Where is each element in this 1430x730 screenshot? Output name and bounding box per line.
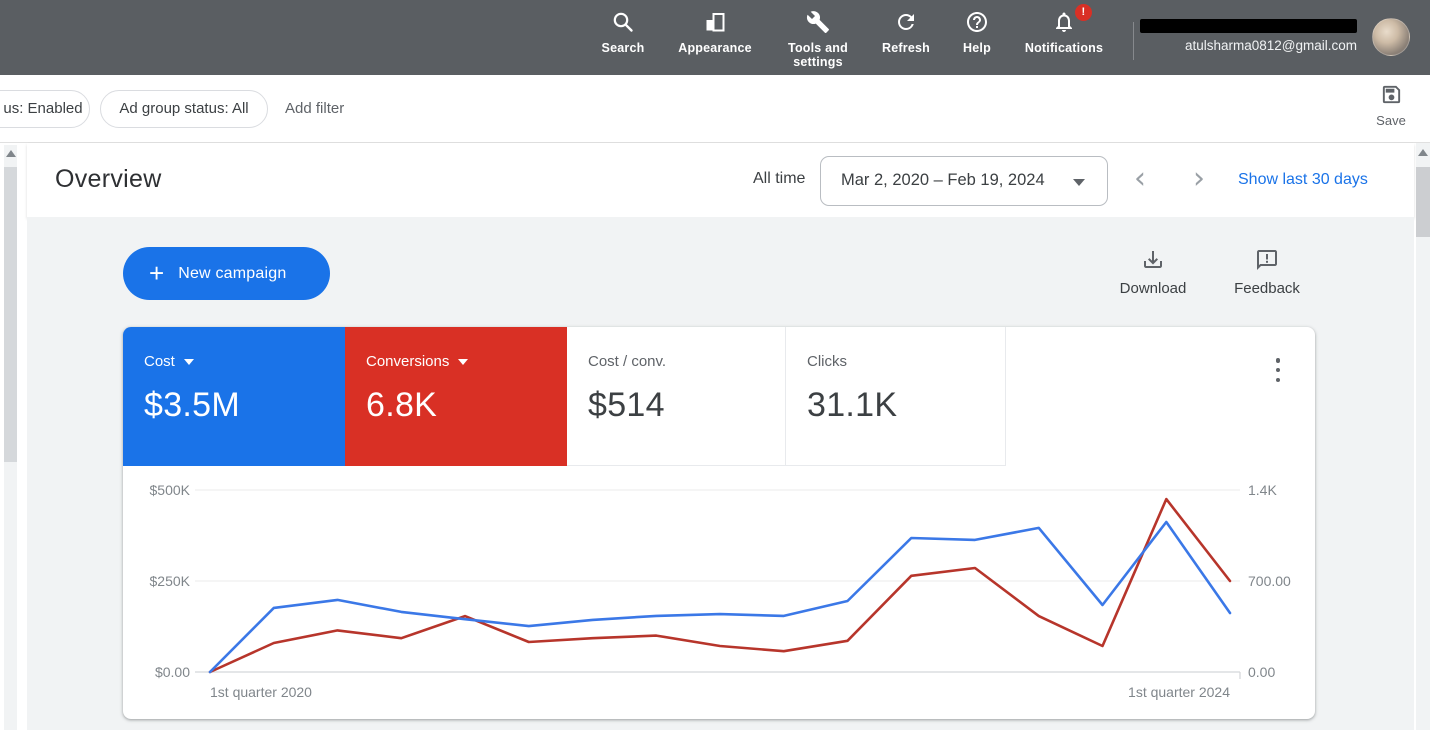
date-range-selector[interactable]: Mar 2, 2020 – Feb 19, 2024 (820, 156, 1108, 206)
y-left-tick-250k: $250K (150, 573, 191, 589)
x-tick-q1-2020: 1st quarter 2020 (210, 684, 312, 700)
download-button[interactable]: Download (1103, 248, 1203, 297)
scorecard-clicks[interactable]: Clicks 31.1K (786, 327, 1006, 466)
avatar[interactable] (1372, 18, 1410, 56)
nav-tools-settings-label: Tools and settings (773, 41, 863, 69)
save-icon (1380, 83, 1403, 106)
date-range-value: Mar 2, 2020 – Feb 19, 2024 (841, 171, 1045, 190)
scorecard-conversions-value: 6.8K (366, 386, 567, 425)
overview-summary-card: Cost $3.5M Conversions 6.8K Cost / conv.… (123, 327, 1315, 719)
appearance-icon (703, 10, 727, 34)
nav-appearance[interactable]: Appearance (665, 0, 765, 75)
save-button[interactable]: Save (1364, 83, 1418, 128)
scroll-up-arrow-icon[interactable] (6, 150, 16, 157)
scorecard-cost[interactable]: Cost $3.5M (123, 327, 345, 466)
feedback-icon (1255, 248, 1279, 272)
download-icon (1141, 248, 1165, 272)
add-filter-button[interactable]: Add filter (285, 90, 344, 128)
previous-period-button[interactable]: ‹ (1122, 162, 1158, 198)
left-scrollbar-thumb[interactable] (4, 167, 17, 462)
scorecard-clicks-value: 31.1K (807, 386, 1005, 425)
scorecard-conversions[interactable]: Conversions 6.8K (345, 327, 567, 466)
scorecard-cost-value: $3.5M (144, 386, 345, 425)
date-range-preset-label: All time (753, 170, 805, 188)
next-period-button[interactable]: › (1181, 162, 1217, 198)
conversions-line (210, 499, 1230, 672)
scorecard-cost-label: Cost (144, 353, 175, 370)
feedback-button[interactable]: Feedback (1217, 248, 1317, 297)
scorecard-cost-per-conv-value: $514 (588, 386, 785, 425)
tools-icon (806, 10, 830, 34)
help-icon (965, 10, 989, 34)
scorecard-conversions-label: Conversions (366, 353, 449, 370)
new-campaign-label: New campaign (178, 265, 286, 283)
nav-search-label: Search (588, 41, 658, 55)
feedback-label: Feedback (1217, 280, 1317, 297)
google-ads-overview-page: Search Appearance Tools and settings Ref… (0, 0, 1430, 730)
filter-chip-label: Ad group status: All (119, 100, 248, 117)
scroll-up-arrow-icon[interactable] (1418, 149, 1428, 156)
nav-help-label: Help (948, 41, 1006, 55)
nav-refresh-label: Refresh (871, 41, 941, 55)
x-tick-q1-2024: 1st quarter 2024 (1128, 684, 1230, 700)
filter-chip-ad-group-status[interactable]: Ad group status: All (100, 90, 268, 128)
chevron-down-icon (1073, 179, 1085, 186)
save-label: Save (1364, 113, 1418, 128)
search-icon (611, 10, 635, 34)
plus-icon: + (149, 260, 164, 286)
page-title: Overview (55, 165, 162, 194)
overview-header: Overview All time Mar 2, 2020 – Feb 19, … (27, 143, 1414, 217)
y-right-tick-700: 700.00 (1248, 573, 1291, 589)
filter-bar: us: Enabled Ad group status: All Add fil… (0, 75, 1430, 143)
nav-tools-settings[interactable]: Tools and settings (773, 0, 863, 75)
right-scrollbar[interactable] (1416, 143, 1430, 730)
right-scrollbar-thumb[interactable] (1416, 167, 1430, 237)
y-left-tick-500k: $500K (150, 482, 191, 498)
nav-help[interactable]: Help (948, 0, 1006, 75)
account-name-redacted (1140, 19, 1357, 33)
filter-chip-label: us: Enabled (3, 100, 82, 117)
left-scrollbar[interactable] (4, 145, 17, 730)
chevron-down-icon[interactable] (458, 359, 468, 365)
notification-badge: ! (1075, 4, 1092, 21)
refresh-icon (894, 10, 918, 34)
download-label: Download (1103, 280, 1203, 297)
filter-chip-status-enabled[interactable]: us: Enabled (0, 90, 90, 128)
show-last-30-days-link[interactable]: Show last 30 days (1238, 171, 1368, 189)
nav-refresh[interactable]: Refresh (871, 0, 941, 75)
y-left-tick-0: $0.00 (155, 664, 190, 680)
account-email[interactable]: atulsharma0812@gmail.com (1100, 38, 1357, 53)
nav-appearance-label: Appearance (665, 41, 765, 55)
scorecard-cost-per-conv[interactable]: Cost / conv. $514 (567, 327, 786, 466)
notifications-icon (1052, 10, 1076, 34)
cost-line (210, 522, 1230, 672)
top-app-bar: Search Appearance Tools and settings Ref… (0, 0, 1430, 75)
y-right-tick-1-4k: 1.4K (1248, 482, 1277, 498)
new-campaign-button[interactable]: + New campaign (123, 247, 330, 300)
chevron-down-icon[interactable] (184, 359, 194, 365)
scorecard-cost-per-conv-label: Cost / conv. (588, 353, 666, 370)
scorecard-clicks-label: Clicks (807, 353, 847, 370)
nav-search[interactable]: Search (588, 0, 658, 75)
y-right-tick-0: 0.00 (1248, 664, 1275, 680)
card-overflow-menu-button[interactable] (1269, 357, 1287, 383)
